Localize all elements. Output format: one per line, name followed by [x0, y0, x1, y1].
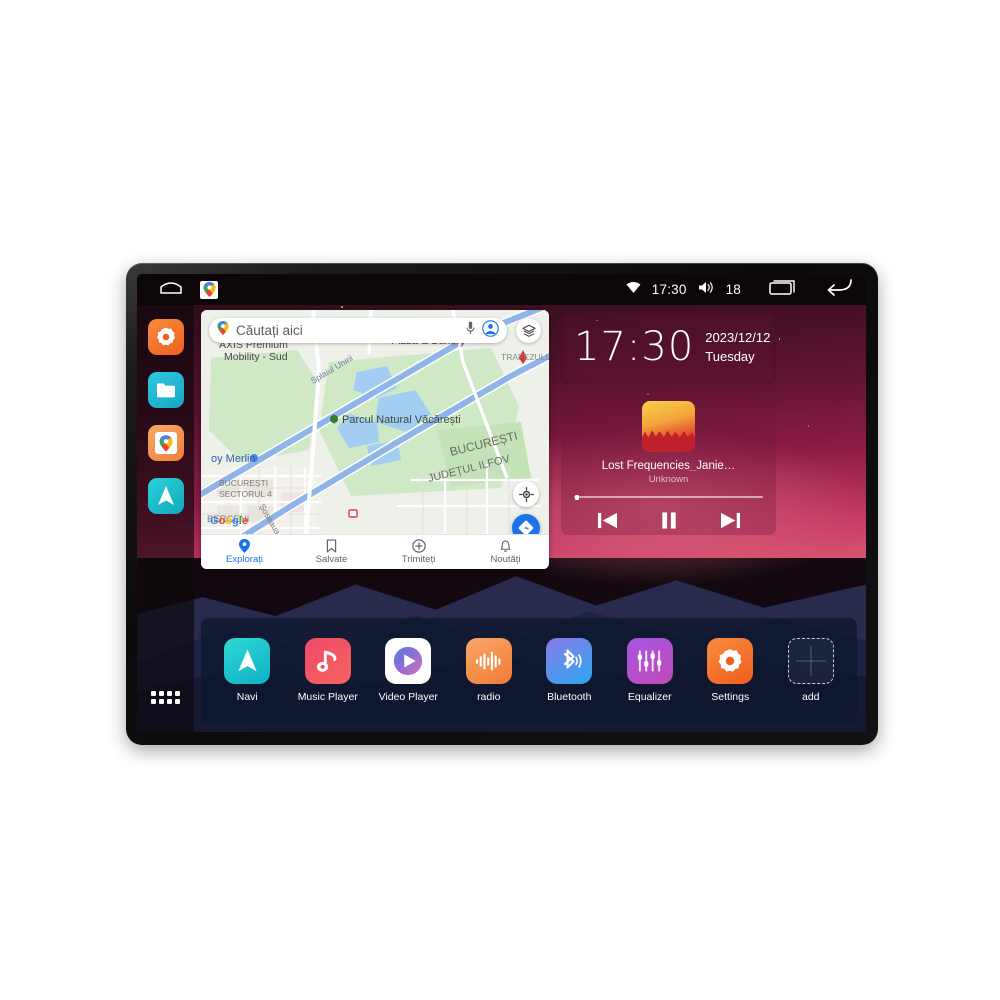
device-screen: 17:30 18 AXIS Premium Mobility - Sud TRA… [137, 274, 866, 732]
volume-icon [698, 281, 715, 299]
dock-app-video-player[interactable]: Video Player [371, 638, 445, 703]
map-canvas: VITAN AXIS Premium Mobility - Sud Pizza … [201, 310, 549, 569]
map-nav-explore-label: Explorați [226, 554, 263, 565]
google-maps-icon[interactable] [200, 280, 218, 299]
song-artist: Unknown [648, 474, 689, 486]
navigation-arrow-icon [224, 638, 271, 684]
search-input[interactable]: Căutați aici [236, 323, 466, 338]
left-sidebar [137, 305, 194, 732]
svg-text:SECTORUL 4: SECTORUL 4 [219, 489, 272, 499]
dock-app-equalizer[interactable]: Equalizer [613, 638, 687, 703]
clock-day: Tuesday [705, 349, 755, 364]
map-nav-contribute[interactable]: Trimiteți [375, 539, 462, 565]
next-track-icon[interactable] [720, 511, 741, 535]
sidebar-item-settings[interactable] [147, 319, 184, 355]
bell-icon [500, 540, 511, 552]
home-icon[interactable] [159, 279, 183, 300]
status-bar: 17:30 18 [137, 274, 866, 305]
app-dock: Navi Music Player Video Player radio Blu… [201, 618, 857, 723]
wifi-icon [626, 281, 641, 299]
dock-app-settings[interactable]: Settings [693, 638, 767, 703]
svg-text:Parcul Natural Văcărești: Parcul Natural Văcărești [342, 414, 461, 426]
recent-apps-icon[interactable] [769, 279, 795, 301]
svg-text:Mobility - Sud: Mobility - Sud [224, 351, 288, 363]
recenter-location-button[interactable] [513, 481, 539, 507]
bluetooth-icon [546, 638, 593, 684]
sidebar-item-file-manager[interactable] [147, 372, 184, 408]
dock-app-music-player[interactable]: Music Player [291, 638, 365, 703]
car-head-unit-device: 17:30 18 AXIS Premium Mobility - Sud TRA… [126, 263, 878, 745]
dock-app-add-label: add [801, 691, 820, 703]
sidebar-item-navi[interactable] [147, 478, 184, 514]
svg-text:BUCUREȘTI: BUCUREȘTI [219, 478, 268, 488]
map-pin-icon [159, 434, 172, 452]
status-clock: 17:30 [651, 282, 687, 297]
song-title: Lost Frequencies_Janie… [601, 459, 736, 472]
folder-icon [156, 383, 175, 398]
dock-app-music-player-label: Music Player [297, 691, 358, 703]
clock-widget[interactable]: 17:30 2023/12/12 Tuesday [561, 310, 776, 384]
account-avatar-icon[interactable] [482, 319, 499, 342]
album-art [642, 401, 695, 452]
dock-app-radio[interactable]: radio [452, 638, 526, 703]
dock-app-settings-label: Settings [711, 691, 750, 703]
recenter-location-icon [518, 486, 534, 502]
radio-waveform-icon [465, 638, 512, 684]
map-nav-updates-label: Noutăți [490, 554, 521, 565]
music-note-icon [304, 638, 351, 684]
app-drawer-icon[interactable] [150, 690, 181, 704]
play-circle-icon [385, 638, 432, 684]
explore-pin-icon [238, 539, 251, 553]
microphone-icon[interactable] [466, 321, 475, 340]
dock-app-add[interactable]: add [774, 638, 848, 703]
svg-text:oy Merlin: oy Merlin [211, 453, 256, 465]
clock-date: 2023/12/12 [705, 330, 771, 345]
contribute-plus-icon [411, 539, 426, 553]
pause-icon[interactable] [660, 511, 678, 535]
gear-icon [707, 638, 754, 684]
previous-track-icon[interactable] [597, 511, 618, 535]
playback-progress-bar[interactable] [573, 494, 764, 500]
add-placeholder-icon [787, 638, 834, 684]
volume-level: 18 [725, 282, 741, 297]
dock-app-bluetooth[interactable]: Bluetooth [532, 638, 606, 703]
map-nav-contribute-label: Trimiteți [401, 554, 436, 565]
dock-app-bluetooth-label: Bluetooth [547, 691, 592, 703]
map-nav-explore[interactable]: Explorați [201, 539, 288, 565]
dock-app-navi[interactable]: Navi [210, 638, 284, 703]
google-attribution: Google [210, 515, 248, 527]
google-maps-card[interactable]: VITAN AXIS Premium Mobility - Sud Pizza … [201, 310, 549, 569]
map-search-bar[interactable]: Căutați aici [209, 318, 507, 343]
svg-text:TRAPEZULU: TRAPEZULU [501, 352, 549, 362]
dock-app-video-player-label: Video Player [378, 691, 438, 703]
map-nav-saved[interactable]: Salvate [288, 539, 375, 565]
dock-app-radio-label: radio [477, 691, 501, 703]
map-bottom-nav: Explorați Salvate Trimiteți Noutăți [201, 534, 549, 569]
clock-time: 17:30 [574, 324, 695, 370]
map-nav-updates[interactable]: Noutăți [462, 539, 549, 565]
back-arrow-icon[interactable] [825, 278, 852, 301]
dock-app-equalizer-label: Equalizer [627, 691, 672, 703]
gear-icon [156, 327, 175, 346]
music-player-widget[interactable]: Lost Frequencies_Janie… Unknown [561, 392, 776, 535]
equalizer-sliders-icon [626, 638, 673, 684]
map-pin-icon [217, 321, 229, 340]
dock-app-navi-label: Navi [236, 691, 258, 703]
map-layers-button[interactable] [516, 318, 541, 343]
map-nav-saved-label: Salvate [315, 554, 348, 565]
sidebar-item-google-maps[interactable] [147, 425, 184, 461]
navigation-arrow-icon [157, 486, 174, 505]
map-layers-icon [521, 324, 536, 337]
bookmark-icon [326, 539, 337, 553]
